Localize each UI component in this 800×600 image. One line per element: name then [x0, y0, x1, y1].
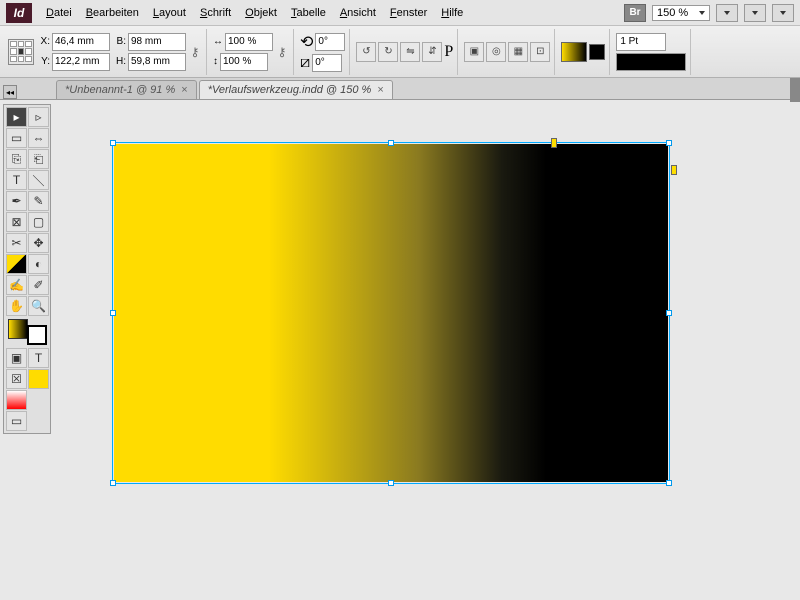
direct-selection-tool[interactable]: ▹	[28, 107, 49, 127]
gradient-swatch-tool[interactable]	[6, 254, 27, 274]
document-tab-bar: ◂◂ *Unbenannt-1 @ 91 % × *Verlaufswerkze…	[0, 78, 800, 100]
shear-icon: ⧄	[300, 54, 310, 72]
rectangle-frame-tool[interactable]: ⊠	[6, 212, 27, 232]
rotate-icon: ⟲	[300, 32, 313, 52]
close-icon[interactable]: ×	[377, 84, 383, 96]
menu-layout[interactable]: Layout	[147, 4, 192, 22]
scale-x-input[interactable]: 100 %	[225, 33, 273, 51]
doc-tab-1[interactable]: *Unbenannt-1 @ 91 % ×	[56, 80, 197, 99]
apply-none-button[interactable]: ☒	[6, 369, 27, 389]
page-tool[interactable]: ▭	[6, 128, 27, 148]
rotate-input[interactable]: 0°	[315, 33, 345, 51]
type-tool[interactable]: T	[6, 170, 27, 190]
h-label: H:	[112, 56, 126, 67]
chevron-down-icon	[699, 11, 705, 15]
scale-y-icon: ↕	[213, 56, 218, 67]
flip-v-button[interactable]: ⇵	[422, 42, 442, 62]
close-icon[interactable]: ×	[181, 84, 187, 96]
formatting-text-button[interactable]: T	[28, 348, 49, 368]
pencil-tool[interactable]: ✎	[28, 191, 49, 211]
zoom-level-input[interactable]: 150 %	[652, 5, 710, 21]
hand-tool[interactable]: ✋	[6, 296, 27, 316]
reference-point-selector[interactable]	[8, 39, 34, 65]
gradient-endpoint-indicator[interactable]	[671, 165, 677, 175]
menu-hilfe[interactable]: Hilfe	[435, 4, 469, 22]
doc-tab-label: *Unbenannt-1 @ 91 %	[65, 84, 175, 96]
menu-bar: Id Datei Bearbeiten Layout Schrift Objek…	[0, 0, 800, 26]
gradient-feather-tool[interactable]: ◐	[28, 254, 49, 274]
free-transform-tool[interactable]: ✥	[28, 233, 49, 253]
rectangle-tool[interactable]: ▢	[28, 212, 49, 232]
width-input[interactable]: 98 mm	[128, 33, 186, 51]
apply-gradient-button[interactable]	[6, 390, 27, 410]
height-input[interactable]: 59,8 mm	[128, 53, 186, 71]
view-mode-button[interactable]: ▭	[6, 411, 27, 431]
stroke-proxy[interactable]	[27, 325, 47, 345]
view-options-dropdown[interactable]	[716, 4, 738, 22]
fit-content-button[interactable]: ▦	[508, 42, 528, 62]
stroke-swatch[interactable]	[589, 44, 605, 60]
menu-tabelle[interactable]: Tabelle	[285, 4, 332, 22]
shear-input[interactable]: 0°	[312, 54, 342, 72]
menu-fenster[interactable]: Fenster	[384, 4, 433, 22]
flip-h-button[interactable]: ⇋	[400, 42, 420, 62]
scale-y-input[interactable]: 100 %	[220, 53, 268, 71]
pen-tool[interactable]: ✒	[6, 191, 27, 211]
menu-schrift[interactable]: Schrift	[194, 4, 237, 22]
scale-x-icon: ↔	[213, 36, 223, 47]
fill-proxy[interactable]	[8, 319, 28, 339]
x-label: X:	[36, 36, 50, 47]
x-input[interactable]: 46,4 mm	[52, 33, 110, 51]
content-placer-tool[interactable]: ⎗	[28, 149, 49, 169]
apply-color-button[interactable]	[28, 369, 49, 389]
fill-swatch[interactable]	[561, 42, 587, 62]
rotate-ccw-button[interactable]: ↺	[356, 42, 376, 62]
constrain-proportions-icon[interactable]: ⚷	[188, 37, 202, 67]
scissors-tool[interactable]: ✂	[6, 233, 27, 253]
zoom-tool[interactable]: 🔍	[28, 296, 49, 316]
stroke-style-dropdown[interactable]	[616, 53, 686, 71]
y-input[interactable]: 122,2 mm	[52, 53, 110, 71]
gradient-rectangle-object[interactable]	[114, 144, 668, 482]
select-container-button[interactable]: ▣	[464, 42, 484, 62]
constrain-scale-icon[interactable]: ⚷	[275, 37, 289, 67]
rotate-cw-button[interactable]: ↻	[378, 42, 398, 62]
document-canvas[interactable]	[56, 100, 800, 600]
eyedropper-tool[interactable]: ✐	[28, 275, 49, 295]
tool-palette: ▸ ▹ ▭ ⇔ ⎘ ⎗ T ＼ ✒ ✎ ⊠ ▢ ✂ ✥ ◐ ✍ ✐ ✋ 🔍 ▣ …	[3, 104, 51, 434]
menu-bearbeiten[interactable]: Bearbeiten	[80, 4, 145, 22]
doc-tab-label: *Verlaufswerkzeug.indd @ 150 %	[208, 84, 372, 96]
content-collector-tool[interactable]: ⎘	[6, 149, 27, 169]
right-dock-collapsed[interactable]	[790, 78, 800, 102]
selection-tool[interactable]: ▸	[6, 107, 27, 127]
select-content-button[interactable]: ◎	[486, 42, 506, 62]
control-bar: X:46,4 mm Y:122,2 mm B:98 mm H:59,8 mm ⚷…	[0, 26, 800, 78]
center-content-button[interactable]: ⊡	[530, 42, 550, 62]
gap-tool[interactable]: ⇔	[28, 128, 49, 148]
p-indicator: P	[444, 43, 453, 61]
menu-ansicht[interactable]: Ansicht	[334, 4, 382, 22]
panel-toggle-button[interactable]: ◂◂	[3, 85, 17, 99]
fill-stroke-proxy[interactable]	[6, 317, 49, 347]
note-tool[interactable]: ✍	[6, 275, 27, 295]
y-label: Y:	[36, 56, 50, 67]
stroke-weight-input[interactable]: 1 Pt	[616, 33, 666, 51]
doc-tab-2[interactable]: *Verlaufswerkzeug.indd @ 150 % ×	[199, 80, 393, 99]
formatting-container-button[interactable]: ▣	[6, 348, 27, 368]
menu-objekt[interactable]: Objekt	[239, 4, 283, 22]
menu-datei[interactable]: Datei	[40, 4, 78, 22]
bridge-button[interactable]: Br	[624, 4, 646, 22]
line-tool[interactable]: ＼	[28, 170, 49, 190]
w-label: B:	[112, 36, 126, 47]
screen-mode-dropdown[interactable]	[744, 4, 766, 22]
app-logo: Id	[6, 3, 32, 23]
arrange-docs-dropdown[interactable]	[772, 4, 794, 22]
